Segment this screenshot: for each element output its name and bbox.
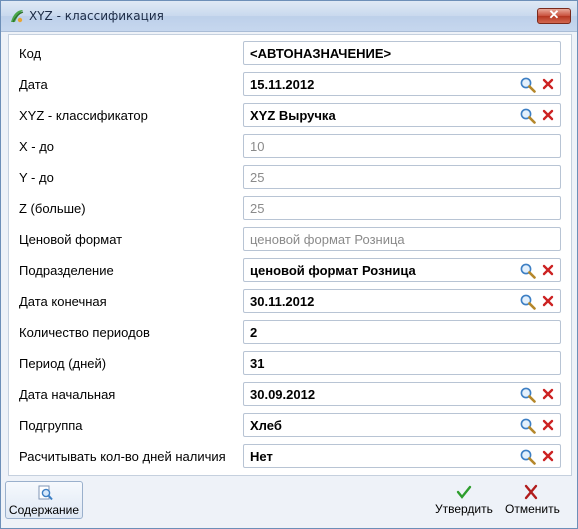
field-label: X - до [19,139,55,154]
title-bar[interactable]: XYZ - классификация ✕ [1,1,577,32]
field-input[interactable]: Хлеб [243,413,561,437]
approve-button[interactable]: Утвердить [435,481,493,519]
close-icon: ✕ [548,7,560,22]
field-input[interactable]: 25 [243,165,561,189]
field-input[interactable]: 10 [243,134,561,158]
close-button[interactable]: ✕ [537,7,571,24]
field-value: ценовой формат Розница [250,263,416,278]
field-value: 30.11.2012 [250,294,315,309]
search-icon[interactable] [519,448,536,465]
field-input[interactable]: <АВТОНАЗНАЧЕНИЕ> [243,41,561,65]
content-button-label: Содержание [8,503,80,517]
form-row: Подгруппа Хлеб [9,411,571,439]
form-row: Ценовой формат ценовой формат Розница [9,225,571,253]
field-value: Нет [250,449,273,464]
field-input[interactable]: 30.09.2012 [243,382,561,406]
field-label: Период (дней) [19,356,107,371]
field-value: XYZ Выручка [250,108,336,123]
form-row: Код <АВТОНАЗНАЧЕНИЕ> [9,39,571,67]
cancel-button-label: Отменить [505,502,560,516]
form-row: Дата 15.11.2012 [9,70,571,98]
field-value: 2 [250,325,258,340]
field-input[interactable]: ценовой формат Розница [243,227,561,251]
field-label: Y - до [19,170,54,185]
field-input[interactable]: ценовой формат Розница [243,258,561,282]
checkmark-icon [456,485,472,499]
footer-toolbar: Содержание Утвердить Отменить [1,477,577,528]
form-row: Подразделение ценовой формат Розница [9,256,571,284]
field-input[interactable]: 31 [243,351,561,375]
magnifier-doc-icon [38,485,53,501]
form-row: Z (больше) 25 [9,194,571,222]
form-row: Расчитывать кол-во дней наличия Нет [9,442,571,470]
cancel-button[interactable]: Отменить [503,481,560,519]
field-value: <АВТОНАЗНАЧЕНИЕ> [250,46,392,61]
field-label: Подгруппа [19,418,83,433]
search-icon[interactable] [519,262,536,279]
field-value: 30.09.2012 [250,387,316,402]
search-icon[interactable] [519,417,536,434]
form-row: Дата конечная 30.11.2012 [9,287,571,315]
clear-icon[interactable] [541,263,555,277]
field-value: 31 [250,356,265,371]
field-label: Z (больше) [19,201,86,216]
field-value: 15.11.2012 [250,77,315,92]
search-icon[interactable] [519,293,536,310]
field-input[interactable]: 25 [243,196,561,220]
field-label: Расчитывать кол-во дней наличия [19,449,226,464]
field-input[interactable]: 30.11.2012 [243,289,561,313]
field-label: Количество периодов [19,325,150,340]
field-value: 25 [250,201,265,216]
content-button[interactable]: Содержание [5,481,83,519]
form-row: Дата начальная 30.09.2012 [9,380,571,408]
search-icon[interactable] [519,76,536,93]
field-label: Дата начальная [19,387,116,402]
field-value: 25 [250,170,265,185]
field-label: XYZ - классификатор [19,108,148,123]
form-panel: Код <АВТОНАЗНАЧЕНИЕ> Дата 15.11.2012 XYZ - к… [8,34,572,476]
window-title: XYZ - классификация [29,9,164,23]
field-label: Подразделение [19,263,114,278]
search-icon[interactable] [519,386,536,403]
form-row: Количество периодов 2 [9,318,571,346]
form-row: Период (дней) 31 [9,349,571,377]
clear-icon[interactable] [541,108,555,122]
search-icon[interactable] [519,107,536,124]
field-value: ценовой формат Розница [250,232,405,247]
dialog-window: XYZ - классификация ✕ Код <АВТОНАЗНАЧЕНИЕ… [0,0,578,529]
clear-icon[interactable] [541,449,555,463]
field-label: Ценовой формат [19,232,123,247]
field-label: Код [19,46,42,61]
cross-icon [524,484,538,500]
form-row: X - до 10 [9,132,571,160]
clear-icon[interactable] [541,77,555,91]
clear-icon[interactable] [541,418,555,432]
form-row: Y - до 25 [9,163,571,191]
form-row: XYZ - классификатор XYZ Выручка [9,101,571,129]
app-logo-icon [11,10,24,23]
field-input[interactable]: 15.11.2012 [243,72,561,96]
clear-icon[interactable] [541,294,555,308]
field-value: Хлеб [250,418,282,433]
field-label: Дата конечная [19,294,107,309]
field-label: Дата [19,77,48,92]
field-value: 10 [250,139,265,154]
field-input[interactable]: 2 [243,320,561,344]
field-input[interactable]: Нет [243,444,561,468]
clear-icon[interactable] [541,387,555,401]
field-input[interactable]: XYZ Выручка [243,103,561,127]
approve-button-label: Утвердить [435,502,493,516]
